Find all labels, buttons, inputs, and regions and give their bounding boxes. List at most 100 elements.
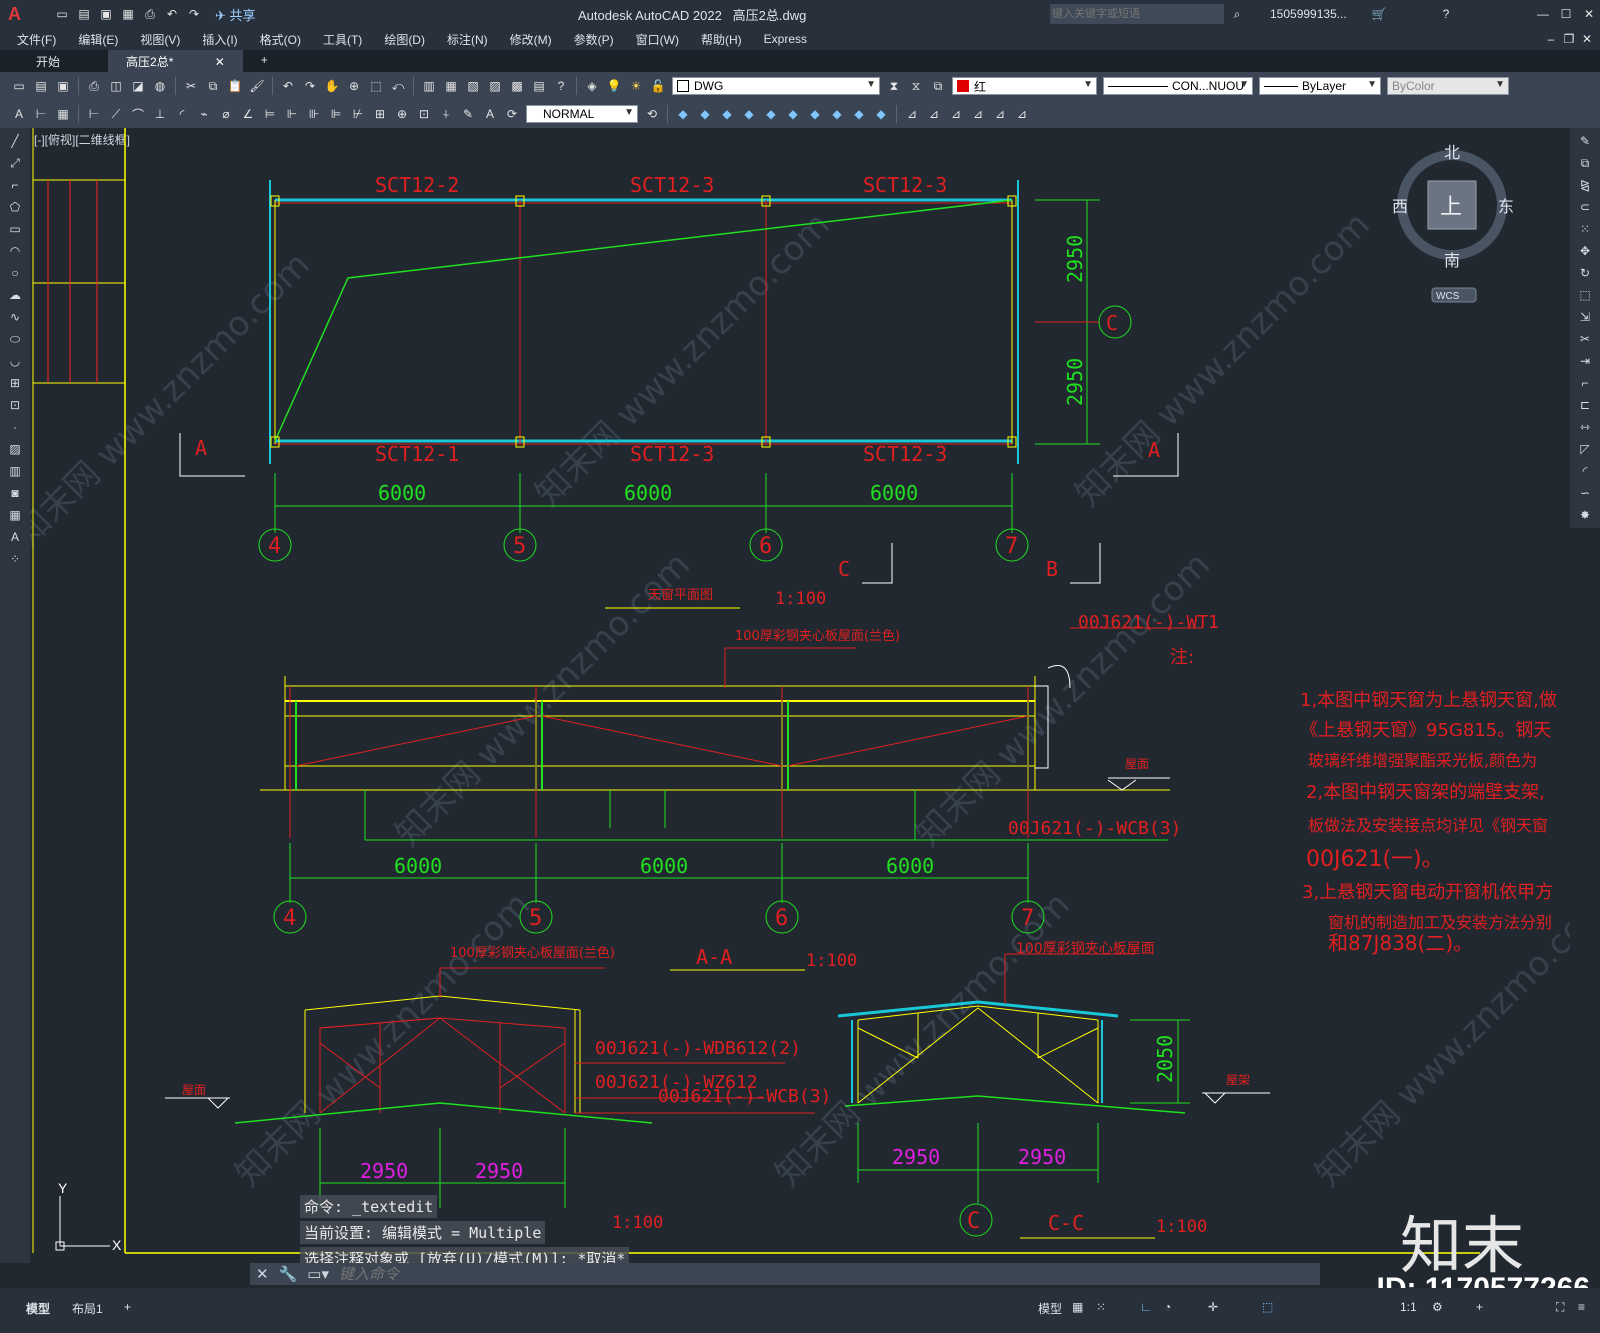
dim-update-icon[interactable]: ⟳ (503, 105, 521, 123)
table-style-icon[interactable]: ▦ (54, 105, 72, 123)
compass-west[interactable]: 西 (1392, 197, 1408, 216)
lock-icon[interactable]: 🔓 (649, 77, 667, 95)
zoom-window-icon[interactable]: ⬚ (367, 77, 385, 95)
help-icon[interactable]: ? (1437, 5, 1455, 23)
command-input[interactable] (336, 1264, 1320, 1284)
compass-north[interactable]: 北 (1444, 143, 1460, 162)
viewport-controls-label[interactable]: [-][俯视][二维线框] (34, 132, 130, 147)
cart-icon[interactable]: 🛒 (1370, 5, 1388, 23)
recent-cmd-icon[interactable]: ▭▾ (307, 1265, 329, 1283)
zoom-prev-icon[interactable]: ⤺ (389, 77, 407, 95)
rectangle-icon[interactable]: ▭ (6, 220, 24, 238)
add-icon[interactable]: + (1476, 1300, 1483, 1314)
extend-icon[interactable]: ⇥ (1576, 352, 1594, 370)
rotate-icon[interactable]: ↻ (1576, 264, 1594, 282)
undo-icon[interactable]: ↶ (163, 5, 181, 23)
point-icon[interactable]: · (6, 418, 24, 436)
ucs-icon[interactable]: ⊿ (903, 105, 921, 123)
insert-block-icon[interactable]: ⊞ (6, 374, 24, 392)
help-icon[interactable]: ? (552, 77, 570, 95)
viewcube[interactable]: 上 北 南 东 西 WCS (1392, 143, 1514, 303)
dim-continue-icon[interactable]: ⊪ (305, 105, 323, 123)
dim-baseline-icon[interactable]: ⊩ (283, 105, 301, 123)
dim-diameter-icon[interactable]: ⌀ (217, 105, 235, 123)
dim-override-icon[interactable]: ⟲ (643, 105, 661, 123)
layer-manager-icon[interactable]: ◈ (583, 77, 601, 95)
view-ne-icon[interactable]: ◆ (850, 105, 868, 123)
layer-make-current-icon[interactable]: ⧗ (885, 77, 903, 95)
gradient-icon[interactable]: ▥ (6, 462, 24, 480)
tolerance-icon[interactable]: ⊞ (371, 105, 389, 123)
doc-minimize-icon[interactable]: – (1542, 30, 1560, 48)
spline-icon[interactable]: ∿ (6, 308, 24, 326)
tab-start[interactable]: 开始 (18, 50, 78, 72)
match-prop-icon[interactable]: 🖌 (248, 77, 266, 95)
lineweight-dropdown[interactable]: ByLayer ▼ (1259, 77, 1381, 95)
plotstyle-dropdown[interactable]: ByColor ▼ (1387, 77, 1509, 95)
tab-drawing[interactable]: 高压2总* ✕ (108, 50, 243, 72)
menu-edit[interactable]: 编辑(E) (78, 31, 118, 48)
tool-palette-icon[interactable]: ▧ (464, 77, 482, 95)
menu-view[interactable]: 视图(V) (140, 31, 180, 48)
redo-icon[interactable]: ↷ (185, 5, 203, 23)
dim-angular-icon[interactable]: ∠ (239, 105, 257, 123)
bulb-icon[interactable]: 💡 (605, 77, 623, 95)
menu-help[interactable]: 帮助(H) (701, 31, 742, 48)
make-block-icon[interactable]: ⊡ (6, 396, 24, 414)
customize-cmd-icon[interactable]: 🔧 (279, 1265, 298, 1283)
ortho-icon[interactable]: ∟ (1140, 1300, 1152, 1314)
zoom-realtime-icon[interactable]: ⊕ (345, 77, 363, 95)
mirror-icon[interactable]: ⧎ (1576, 176, 1594, 194)
tab-layout1[interactable]: 布局1 (72, 1300, 103, 1317)
offset-icon[interactable]: ⊂ (1576, 198, 1594, 216)
dim-arc-icon[interactable]: ⌒ (129, 105, 147, 123)
grid-icon[interactable]: ▦ (1072, 1300, 1083, 1314)
calculator-icon[interactable]: ▤ (530, 77, 548, 95)
view-top-icon[interactable]: ◆ (696, 105, 714, 123)
stretch-icon[interactable]: ⇲ (1576, 308, 1594, 326)
selection-cycling-icon[interactable]: ⬚ (1262, 1300, 1273, 1314)
arc-icon[interactable]: ◠ (6, 242, 24, 260)
dim-break-icon[interactable]: ⊬ (349, 105, 367, 123)
dim-radius-icon[interactable]: ◜ (173, 105, 191, 123)
compass-south[interactable]: 南 (1444, 251, 1460, 270)
view-sw-icon[interactable]: ◆ (806, 105, 824, 123)
copy-icon[interactable]: ⧉ (204, 77, 222, 95)
menu-icon[interactable]: ≡ (1578, 1300, 1585, 1314)
view-left-icon[interactable]: ◆ (718, 105, 736, 123)
ucs-prev-icon[interactable]: ⊿ (947, 105, 965, 123)
ucs-view-icon[interactable]: ⊿ (1013, 105, 1031, 123)
pan-icon[interactable]: ✋ (323, 77, 341, 95)
save-icon[interactable]: ▣ (54, 77, 72, 95)
copy-object-icon[interactable]: ⧉ (1576, 154, 1594, 172)
menu-format[interactable]: 格式(O) (260, 31, 301, 48)
dim-linear-icon[interactable]: ⊢ (85, 105, 103, 123)
ucs-face-icon[interactable]: ⊿ (969, 105, 987, 123)
view-nw-icon[interactable]: ◆ (872, 105, 890, 123)
array-icon[interactable]: ⁙ (1576, 220, 1594, 238)
trim-icon[interactable]: ✂ (1576, 330, 1594, 348)
ucs-object-icon[interactable]: ⊿ (991, 105, 1009, 123)
search-icon[interactable]: ⌕ (1228, 5, 1246, 23)
properties-icon[interactable]: ▥ (420, 77, 438, 95)
dim-edit-icon[interactable]: ✎ (459, 105, 477, 123)
dim-jogged-icon[interactable]: ⌁ (195, 105, 213, 123)
fullscreen-icon[interactable]: ⛶ (1556, 1300, 1564, 1315)
erase-icon[interactable]: ✎ (1576, 132, 1594, 150)
menu-window[interactable]: 窗口(W) (636, 31, 679, 48)
publish-icon[interactable]: ◪ (129, 77, 147, 95)
menu-modify[interactable]: 修改(M) (510, 31, 552, 48)
new-tab-button[interactable]: + (243, 50, 286, 72)
globe-icon[interactable]: ◍ (151, 77, 169, 95)
view-back-icon[interactable]: ◆ (762, 105, 780, 123)
hatch-icon[interactable]: ▨ (6, 440, 24, 458)
plot-icon[interactable]: ⎙ (141, 5, 159, 23)
circle-icon[interactable]: ○ (6, 264, 24, 282)
break-icon[interactable]: ⊏ (1576, 396, 1594, 414)
osnap-icon[interactable]: ✛ (1208, 1300, 1218, 1314)
dimstyle-dropdown[interactable]: NORMAL ▼ (526, 105, 638, 123)
table-icon[interactable]: ▦ (6, 506, 24, 524)
view-front-icon[interactable]: ◆ (674, 105, 692, 123)
compass-east[interactable]: 东 (1498, 197, 1514, 216)
layer-state-icon[interactable]: ⧉ (929, 77, 947, 95)
